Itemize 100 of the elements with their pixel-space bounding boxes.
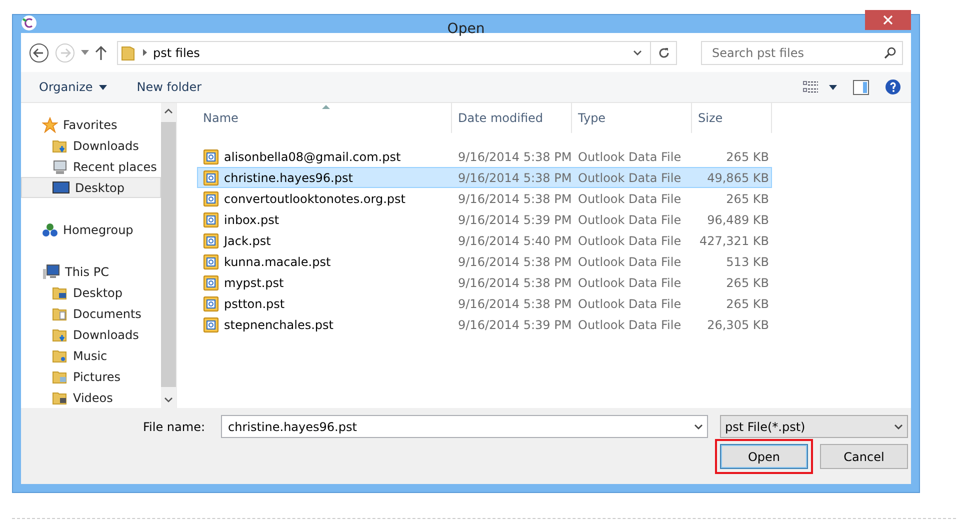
computer-icon (42, 264, 60, 280)
scroll-down-icon (164, 397, 173, 403)
folder-icon (121, 44, 135, 60)
file-type-select[interactable]: pst File(*.pst) (720, 415, 908, 438)
homegroup-icon (42, 222, 58, 238)
type-cell-text: Outlook Data File (577, 170, 682, 184)
pst-file-icon (203, 296, 219, 312)
file-name-input[interactable]: christine.hayes96.pst (226, 418, 694, 434)
sidebar-item[interactable]: Downloads (21, 135, 161, 156)
file-row[interactable]: inbox.pst 9/16/2014 5:39 PM Outlook Data File 96,489 KB (197, 209, 772, 230)
sidebar-item[interactable]: This PC (21, 261, 161, 282)
file-name: convertoutlooktonotes.org.pst (224, 192, 406, 206)
sort-arrow-icon (322, 105, 330, 109)
sidebar-item[interactable]: Documents (21, 303, 161, 324)
star-icon (42, 116, 58, 132)
size-cell-text: 427,321 KB (698, 234, 769, 248)
pst-file-icon (203, 190, 219, 206)
size-cell-text: 513 KB (725, 254, 769, 268)
dropdown-icon (694, 424, 703, 430)
pst-file-icon (203, 170, 219, 186)
folder-icon (52, 326, 68, 342)
cancel-button[interactable]: Cancel (820, 444, 908, 469)
view-options-button[interactable] (803, 81, 837, 93)
pst-file-icon (203, 254, 219, 270)
sidebar-item[interactable]: Desktop (21, 177, 161, 198)
search-field[interactable]: Search pst files (701, 40, 903, 64)
refresh-icon (658, 46, 670, 58)
preview-pane-button[interactable] (853, 80, 869, 94)
file-row[interactable]: christine.hayes96.pst 9/16/2014 5:38 PM Outlook Data File 49,865 KB (197, 167, 772, 188)
column-header[interactable]: Date modified (452, 103, 572, 133)
file-row[interactable]: kunna.macale.pst 9/16/2014 5:38 PM Outlook Data File 513 KB (197, 251, 772, 272)
window-title: Open (447, 21, 485, 37)
address-bar[interactable]: pst files (117, 40, 677, 64)
size-cell-text: 265 KB (725, 296, 769, 310)
file-name: pstton.pst (224, 296, 285, 310)
file-row[interactable]: stepnenchales.pst 9/16/2014 5:39 PM Outlook Data File 26,305 KB (197, 314, 772, 335)
help-button[interactable] (885, 79, 901, 95)
file-name: inbox.pst (224, 212, 280, 226)
folder-icon (52, 306, 68, 322)
date-cell-text: 9/16/2014 5:38 PM (457, 254, 573, 268)
pst-file-icon (203, 212, 219, 228)
path-text: pst files (153, 46, 200, 60)
column-header[interactable]: Type (572, 103, 692, 133)
app-icon (21, 15, 37, 31)
chevron-icon (143, 49, 147, 56)
file-row[interactable]: Jack.pst 9/16/2014 5:40 PM Outlook Data File 427,321 KB (197, 230, 772, 251)
sidebar-item[interactable]: Downloads (21, 324, 161, 345)
new-folder-button[interactable]: New folder (136, 80, 202, 94)
size-cell-text: 265 KB (725, 150, 769, 164)
file-name: mypst.pst (224, 276, 284, 290)
chevron-icon (894, 424, 903, 430)
type-cell-text: Outlook Data File (577, 234, 682, 248)
sidebar-item[interactable]: Videos (21, 387, 161, 408)
close-icon (883, 15, 893, 25)
size-cell-text: 49,865 KB (706, 170, 769, 184)
back-button[interactable] (29, 42, 49, 62)
close-button[interactable] (865, 10, 911, 30)
computer-icon (52, 158, 68, 174)
help-icon (885, 79, 901, 95)
up-arrow-icon (95, 46, 107, 60)
folder-icon (52, 390, 68, 406)
file-name: stepnenchales.pst (224, 318, 334, 332)
folder-icon (52, 138, 68, 154)
sidebar-item[interactable]: Favorites (21, 114, 161, 135)
history-dropdown[interactable] (81, 50, 89, 55)
sidebar-item[interactable]: Homegroup (21, 219, 161, 240)
file-name-field[interactable]: christine.hayes96.pst (221, 415, 708, 438)
folder-icon (52, 284, 68, 300)
type-cell-text: Outlook Data File (577, 150, 682, 164)
file-row[interactable]: mypst.pst 9/16/2014 5:38 PM Outlook Data File 265 KB (197, 272, 772, 293)
size-cell-text: 96,489 KB (706, 212, 769, 226)
date-cell-text: 9/16/2014 5:38 PM (457, 192, 573, 206)
sidebar-item[interactable]: Pictures (21, 366, 161, 387)
pst-file-icon (203, 274, 219, 290)
sidebar-item[interactable]: Desktop (21, 282, 161, 303)
open-button[interactable]: Open (720, 444, 808, 469)
folder-icon (52, 348, 68, 364)
file-name: alisonbella08@gmail.com.pst (224, 150, 401, 164)
pst-file-icon (203, 148, 219, 164)
file-row[interactable]: pstton.pst 9/16/2014 5:38 PM Outlook Data File 265 KB (197, 293, 772, 314)
column-header[interactable]: Size (692, 103, 772, 133)
scrollbar[interactable] (161, 103, 176, 408)
date-cell-text: 9/16/2014 5:38 PM (457, 150, 573, 164)
up-button[interactable] (95, 46, 107, 60)
caret-icon (98, 84, 107, 90)
file-row[interactable]: convertoutlooktonotes.org.pst 9/16/2014 5:38 PM Outlook Data File 265 KB (197, 188, 772, 209)
file-row[interactable]: alisonbella08@gmail.com.pst 9/16/2014 5:38 PM Outlook Data File 265 KB (197, 146, 772, 167)
type-cell-text: Outlook Data File (577, 254, 682, 268)
search-icon (884, 46, 896, 58)
monitor-icon (52, 180, 70, 194)
date-cell-text: 9/16/2014 5:39 PM (457, 318, 573, 332)
caret-icon (829, 84, 837, 90)
sidebar-item[interactable]: Recent places (21, 156, 161, 177)
organize-menu[interactable]: Organize (39, 80, 107, 94)
type-cell-text: Outlook Data File (577, 296, 682, 310)
type-cell-text: Outlook Data File (577, 276, 682, 290)
pst-file-icon (203, 232, 219, 248)
date-cell-text: 9/16/2014 5:39 PM (457, 212, 573, 226)
size-cell-text: 265 KB (725, 192, 769, 206)
sidebar-item[interactable]: Music (21, 345, 161, 366)
